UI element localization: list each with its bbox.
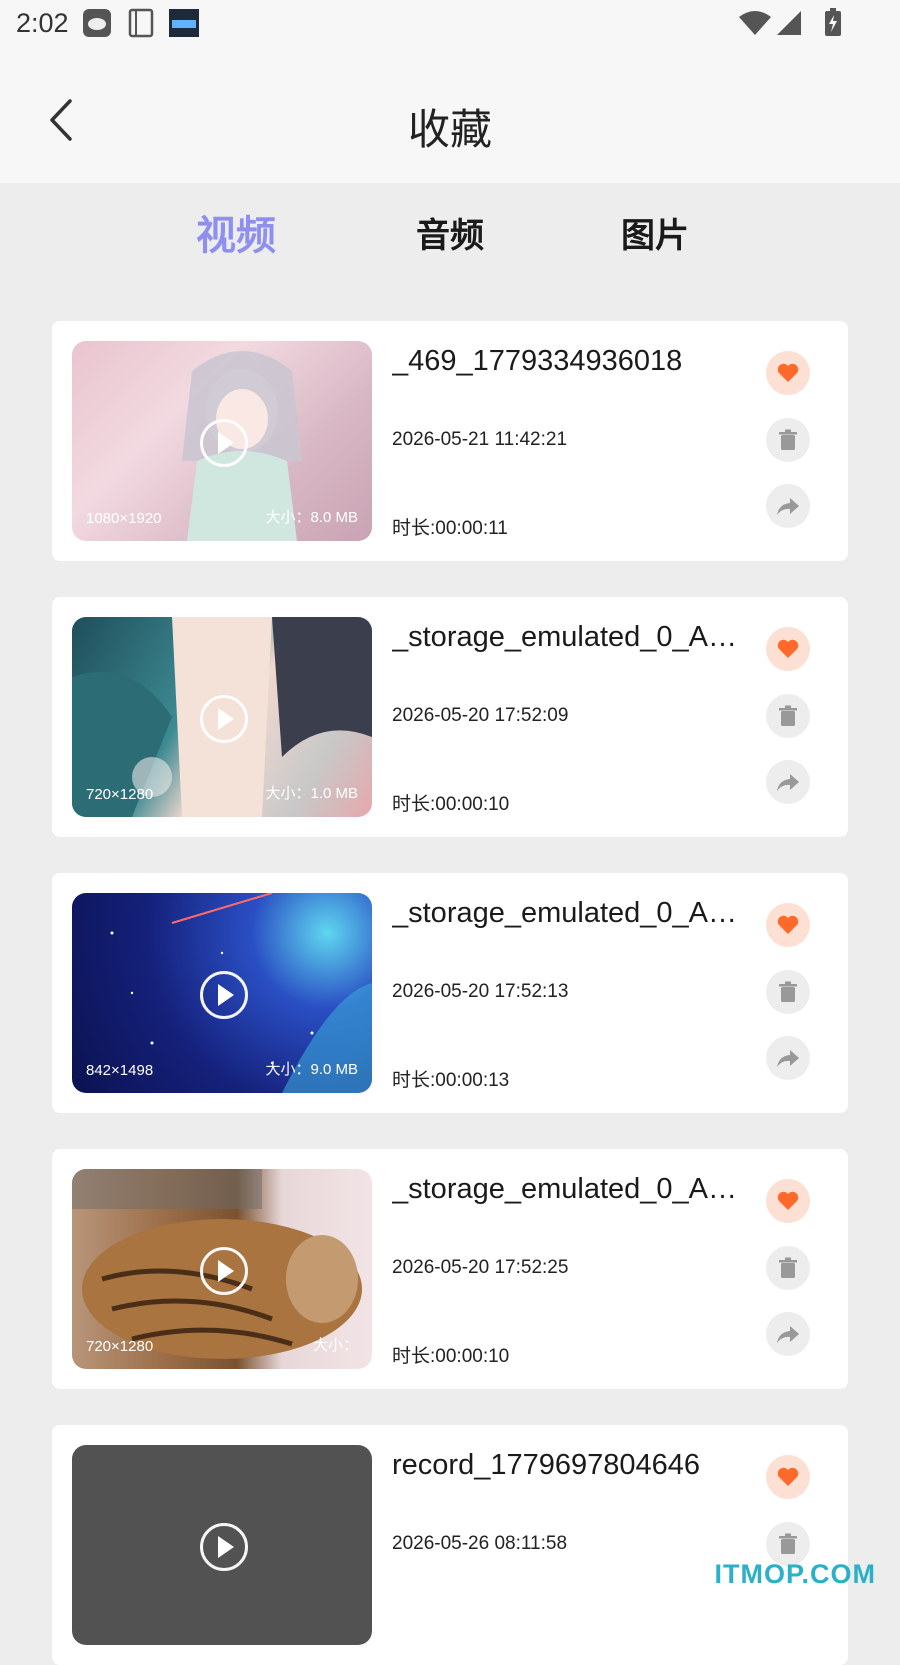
header: 收藏 — [0, 50, 900, 183]
video-size: 大小：9.0 MB — [265, 1061, 358, 1078]
heart-icon — [777, 363, 799, 382]
video-size: 大小： — [312, 1337, 358, 1354]
video-date: 2026-05-21 11:42:21 — [392, 429, 568, 450]
video-duration: 时长:00:00:13 — [392, 1070, 510, 1091]
video-thumbnail[interactable]: 842×1498 大小：9.0 MB — [72, 893, 372, 1093]
tab-video[interactable]: 视频 — [166, 200, 306, 272]
video-duration: 时长:00:00:10 — [392, 794, 510, 815]
favorite-button[interactable] — [766, 1179, 810, 1223]
signal-icon — [776, 10, 802, 41]
video-date: 2026-05-20 17:52:25 — [392, 1257, 569, 1278]
watermark: ITMOP.COM — [714, 1559, 876, 1589]
heart-icon — [777, 639, 799, 658]
delete-button[interactable] — [766, 694, 810, 738]
share-button[interactable] — [766, 484, 810, 528]
tab-bar: 视频 音频 图片 — [0, 200, 900, 280]
video-size: 大小：1.0 MB — [265, 785, 358, 802]
video-date: 2026-05-20 17:52:13 — [392, 981, 569, 1002]
trash-icon — [779, 429, 797, 450]
video-resolution: 720×1280 — [86, 786, 154, 803]
video-name: _storage_emulated_0_Android_data — [392, 621, 742, 653]
play-button[interactable] — [200, 419, 248, 467]
video-duration: 时长:00:00:11 — [392, 518, 508, 539]
heart-icon — [777, 915, 799, 934]
favorite-button[interactable] — [766, 351, 810, 395]
share-button[interactable] — [766, 760, 810, 804]
status-time: 2:02 — [16, 8, 69, 38]
trash-icon — [779, 705, 797, 726]
share-icon — [777, 774, 799, 791]
video-list-item[interactable]: 1080×1920 大小：8.0 MB _469_1779334936018 2… — [52, 321, 848, 561]
video-size: 大小：8.0 MB — [265, 509, 358, 526]
video-resolution: 842×1498 — [86, 1062, 154, 1079]
delete-button[interactable] — [766, 970, 810, 1014]
video-date: 2026-05-26 08:11:58 — [392, 1533, 568, 1554]
video-list-item[interactable]: 842×1498 大小：9.0 MB _storage_emulated_0_A… — [52, 873, 848, 1113]
play-button[interactable] — [200, 1523, 248, 1571]
video-list-item[interactable]: 720×1280 大小：1.0 MB _storage_emulated_0_A… — [52, 597, 848, 837]
status-bar: 2:02 — [0, 0, 900, 50]
share-icon — [777, 1050, 799, 1067]
trash-icon — [779, 981, 797, 1002]
wifi-icon — [738, 9, 772, 42]
share-icon — [777, 1326, 799, 1343]
favorite-button[interactable] — [766, 903, 810, 947]
heart-icon — [777, 1467, 799, 1486]
delete-button[interactable] — [766, 418, 810, 462]
favorite-button[interactable] — [766, 1455, 810, 1499]
video-list-item[interactable]: 720×1280 大小： _storage_emulated_0_Android… — [52, 1149, 848, 1389]
video-list-item[interactable]: record_1779697804646 2026-05-26 08:11:58 — [52, 1425, 848, 1665]
video-name: record_1779697804646 — [392, 1449, 700, 1481]
share-button[interactable] — [766, 1312, 810, 1356]
share-icon — [777, 498, 799, 515]
video-thumbnail[interactable] — [72, 1445, 372, 1645]
favorite-button[interactable] — [766, 627, 810, 671]
video-name: _storage_emulated_0_Android_data — [392, 1173, 742, 1205]
clock-widget-icon — [168, 8, 200, 43]
video-name: _storage_emulated_0_Android_data — [392, 897, 742, 929]
video-name: _469_1779334936018 — [392, 345, 683, 377]
video-thumbnail[interactable]: 1080×1920 大小：8.0 MB — [72, 341, 372, 541]
play-button[interactable] — [200, 1247, 248, 1295]
play-button[interactable] — [200, 695, 248, 743]
tab-audio[interactable]: 音频 — [380, 200, 520, 272]
trash-icon — [779, 1533, 797, 1554]
tab-image[interactable]: 图片 — [585, 200, 725, 272]
share-button[interactable] — [766, 1036, 810, 1080]
sina-app-icon — [82, 8, 112, 43]
video-thumbnail[interactable]: 720×1280 大小： — [72, 1169, 372, 1369]
heart-icon — [777, 1191, 799, 1210]
video-resolution: 720×1280 — [86, 1338, 154, 1355]
battery-charging-icon — [824, 7, 842, 42]
video-date: 2026-05-20 17:52:09 — [392, 705, 569, 726]
video-resolution: 1080×1920 — [86, 510, 162, 527]
video-duration: 时长:00:00:10 — [392, 1346, 510, 1367]
page-title: 收藏 — [407, 106, 492, 153]
notebook-icon — [126, 8, 156, 43]
delete-button[interactable] — [766, 1246, 810, 1290]
trash-icon — [779, 1257, 797, 1278]
video-thumbnail[interactable]: 720×1280 大小：1.0 MB — [72, 617, 372, 817]
play-button[interactable] — [200, 971, 248, 1019]
